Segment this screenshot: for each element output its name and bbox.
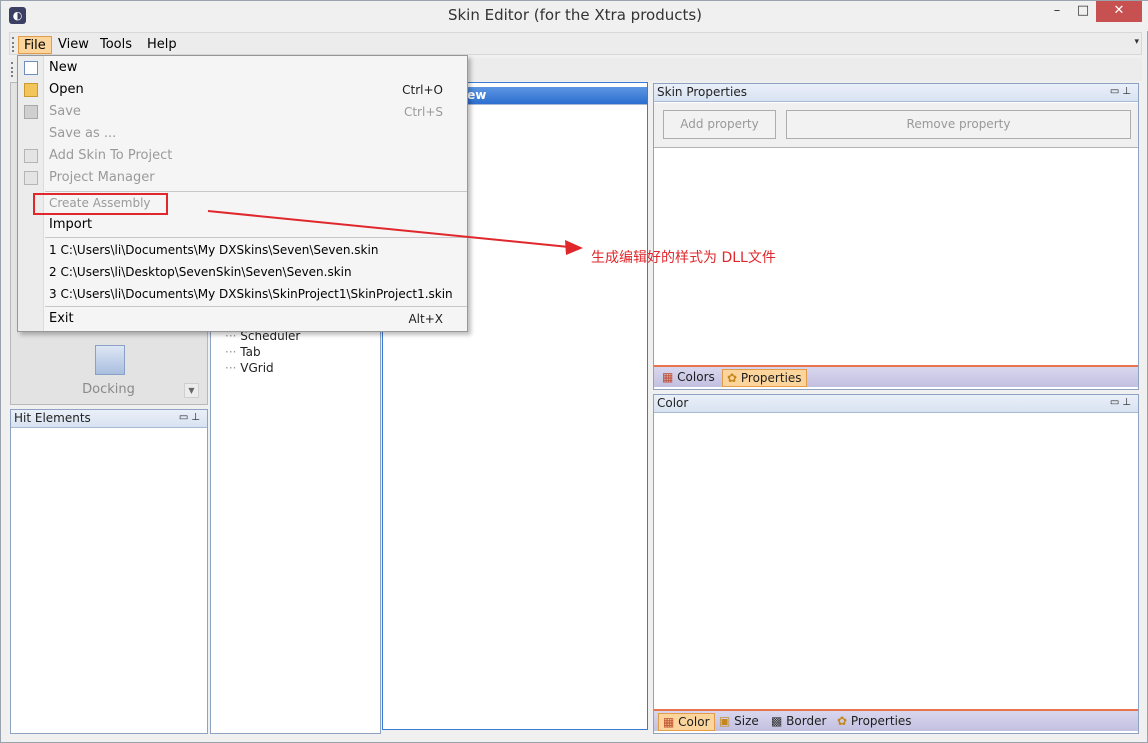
app-window: ◐ Skin Editor (for the Xtra products) – … <box>0 0 1148 743</box>
annotation-text: 生成编辑好的样式为 DLL文件 <box>591 250 776 266</box>
annotation-arrow <box>207 210 583 255</box>
